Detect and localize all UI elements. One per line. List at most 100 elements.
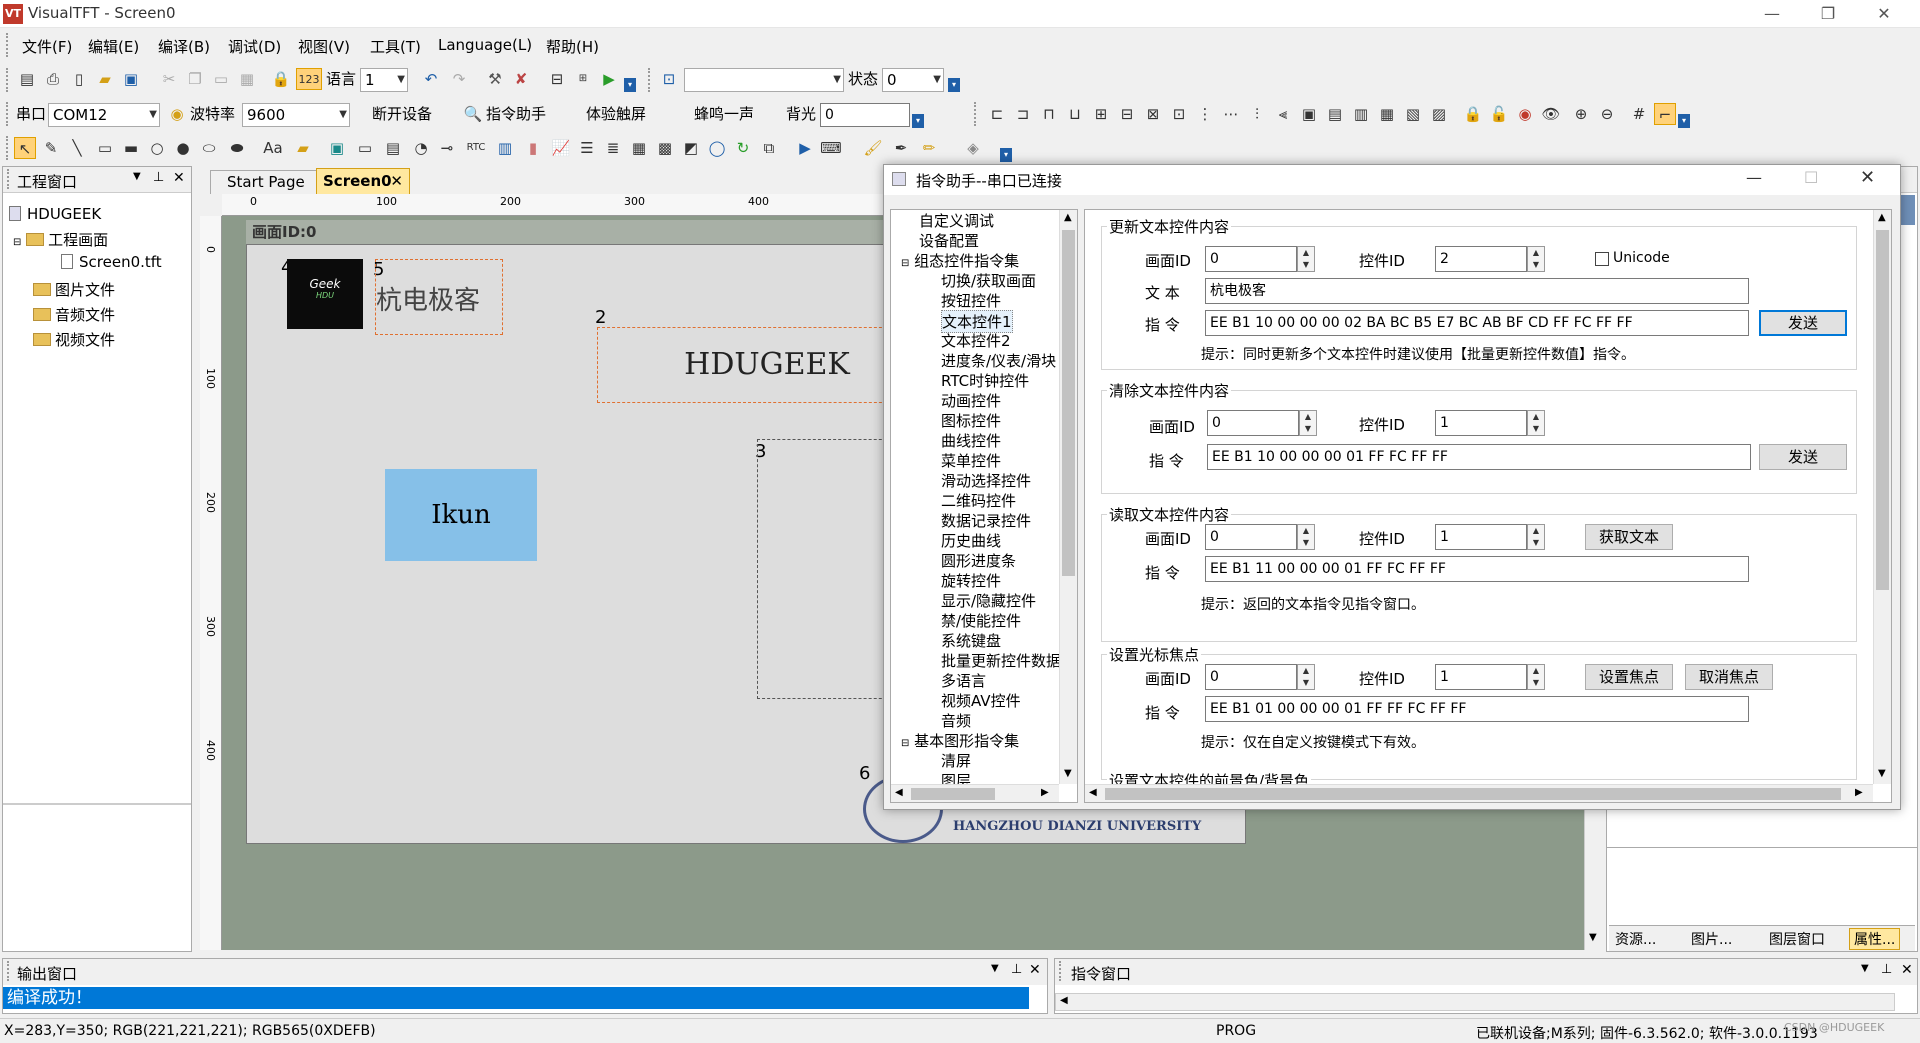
unlock-icon[interactable]: 🔓 [1488,103,1510,125]
align-left-icon[interactable]: ⊏ [986,103,1008,125]
curve-widget-icon[interactable]: 📈 [550,137,572,159]
command-helper-button[interactable]: 指令助手 [486,102,546,126]
select-pointer-icon[interactable]: ↖ [14,137,36,159]
scroll-thumb[interactable] [1876,230,1889,590]
tree-item[interactable]: 音频 [941,710,971,731]
zoom-out-icon[interactable]: ⊖ [1596,103,1618,125]
keyboard-widget-icon[interactable]: ⌨ [820,137,842,159]
tab-resources[interactable]: 资源... [1615,929,1656,949]
spinner-icon[interactable]: ▲ ▼ [1297,246,1315,272]
tree-item-images[interactable]: 图片文件 [33,279,115,300]
focus-command-input[interactable]: EE B1 01 00 00 00 01 FF FF FC FF FF [1205,696,1749,722]
backlight-input[interactable]: 0 [820,103,910,127]
maximize-button[interactable]: ❐ [1800,0,1856,28]
tree-item[interactable]: 文本控件2 [941,330,1011,351]
layout-icon[interactable]: ▧ [1402,103,1424,125]
rectangle-icon[interactable]: ▭ [94,137,116,159]
cut-icon[interactable]: ✂ [158,68,180,90]
tree-item[interactable]: 二维码控件 [941,490,1016,511]
update-screen-id-input[interactable]: 0 [1205,246,1297,272]
list-widget-icon[interactable]: ≣ [602,137,624,159]
menu-build[interactable]: 编译(B) [158,36,210,57]
zoom-in-icon[interactable]: ⊕ [1570,103,1592,125]
video-widget-icon[interactable]: ▶ [794,137,816,159]
tree-item-screens[interactable]: ⊟ 工程画面 [13,229,108,250]
menu-tools[interactable]: 工具(T) [370,36,421,57]
tree-item-custom-debug[interactable]: 自定义调试 [919,210,994,231]
undo-icon[interactable]: ↶ [420,68,442,90]
scroll-down-icon[interactable]: ▼ [1878,768,1886,779]
screen-widget-icon[interactable]: ▣ [326,137,348,159]
update-send-button[interactable]: 发送 [1759,310,1847,336]
toolbar-overflow-icon[interactable]: ▾ [1000,148,1012,162]
eye-icon[interactable]: 👁 [1540,103,1562,125]
panel-menu-icon[interactable]: ▼ [991,963,999,974]
lock-icon[interactable]: 🔒 [270,68,292,90]
scroll-down-icon[interactable]: ▼ [1589,932,1597,943]
menu-language[interactable]: Language(L) [438,36,532,54]
scroll-thumb[interactable] [1062,230,1075,576]
unicode-checkbox[interactable] [1595,252,1609,266]
menu-widget-icon[interactable]: ☰ [576,137,598,159]
print-icon[interactable]: ⎙ [42,68,64,90]
shape-fill-icon[interactable]: ◈ [962,137,984,159]
tree-item[interactable]: 动画控件 [941,390,1001,411]
distribute-h-icon[interactable]: ⋮ [1194,103,1216,125]
text-control-5[interactable]: 杭电极客 [375,259,503,335]
spinner-icon[interactable]: ▲ ▼ [1527,410,1545,436]
padlock-icon[interactable]: 🔒 [1462,103,1484,125]
minimize-button[interactable]: — [1744,0,1800,28]
text-control-2[interactable]: HDUGEEK [597,327,897,403]
progress-widget-icon[interactable]: ▥ [494,137,516,159]
tree-item[interactable]: RTC时钟控件 [941,370,1029,391]
close-button[interactable]: ✕ [1856,0,1912,28]
align-top-icon[interactable]: ⊓ [1038,103,1060,125]
language-select[interactable]: 1 ▼ [360,68,408,92]
tree-item-basic-graphics[interactable]: ⊟ 基本图形指令集 [901,730,1019,751]
new-file-icon[interactable]: ▯ [68,68,90,90]
layer-widget-icon[interactable]: ⧉ [758,137,780,159]
dialog-maximize-button[interactable]: ☐ [1804,168,1818,187]
spinner-icon[interactable]: ▲ ▼ [1297,524,1315,550]
ellipse-icon[interactable]: ⬭ [198,137,220,159]
hide-icon[interactable]: ◉ [1514,103,1536,125]
save-icon[interactable]: ▣ [120,68,142,90]
control-3-placeholder[interactable] [757,439,897,699]
ikun-button[interactable]: Ikun [385,469,537,561]
distribute-v-icon[interactable]: ⋯ [1220,103,1242,125]
update-command-input[interactable]: EE B1 10 00 00 00 02 BA BC B5 E7 BC AB B… [1205,310,1749,336]
grid-icon[interactable]: # [1628,103,1650,125]
scroll-right-icon[interactable]: ▶ [1041,787,1049,798]
gauge-widget-icon[interactable]: ◔ [410,137,432,159]
ruler-icon[interactable]: ⌐ [1654,103,1676,125]
table-widget-icon[interactable]: ▩ [654,137,676,159]
align-bottom-icon[interactable]: ⊔ [1064,103,1086,125]
color-fill-icon[interactable]: ✏ [918,137,940,159]
panel-menu-icon[interactable]: ▼ [1861,963,1869,974]
panel-splitter[interactable] [3,803,191,805]
update-text-input[interactable]: 杭电极客 [1205,278,1749,304]
collapse-icon[interactable]: ⊟ [901,738,909,749]
port-select[interactable]: COM12 ▼ [48,103,160,127]
same-size-icon[interactable]: ⊡ [1168,103,1190,125]
pin-icon[interactable]: ⊥ [1881,962,1892,977]
tree-item[interactable]: 批量更新控件数据 [941,650,1061,671]
group-icon[interactable]: ▥ [1350,103,1372,125]
get-text-button[interactable]: 获取文本 [1585,524,1673,550]
collapse-icon[interactable]: ⊟ [13,237,21,248]
align-right-icon[interactable]: ⊐ [1012,103,1034,125]
read-command-input[interactable]: EE B1 11 00 00 00 01 FF FC FF FF [1205,556,1749,582]
tree-item[interactable]: 圆形进度条 [941,550,1016,571]
redo-icon[interactable]: ↷ [448,68,470,90]
scroll-thumb[interactable] [911,788,995,800]
tree-item[interactable]: 清屏 [941,750,971,771]
filled-rectangle-icon[interactable]: ▬ [120,137,142,159]
stop-icon[interactable]: ✘ [510,68,532,90]
tree-root[interactable]: HDUGEEK [9,205,101,223]
toolbar-overflow-icon[interactable]: ▾ [948,78,960,92]
scroll-thumb[interactable] [1105,788,1841,800]
tree-item-widget-commands[interactable]: ⊟ 组态控件指令集 [901,250,1019,271]
toolbar-overflow-icon[interactable]: ▾ [1678,114,1690,128]
qrcode-widget-icon[interactable]: ▦ [628,137,650,159]
clear-command-input[interactable]: EE B1 10 00 00 00 01 FF FC FF FF [1207,444,1751,470]
